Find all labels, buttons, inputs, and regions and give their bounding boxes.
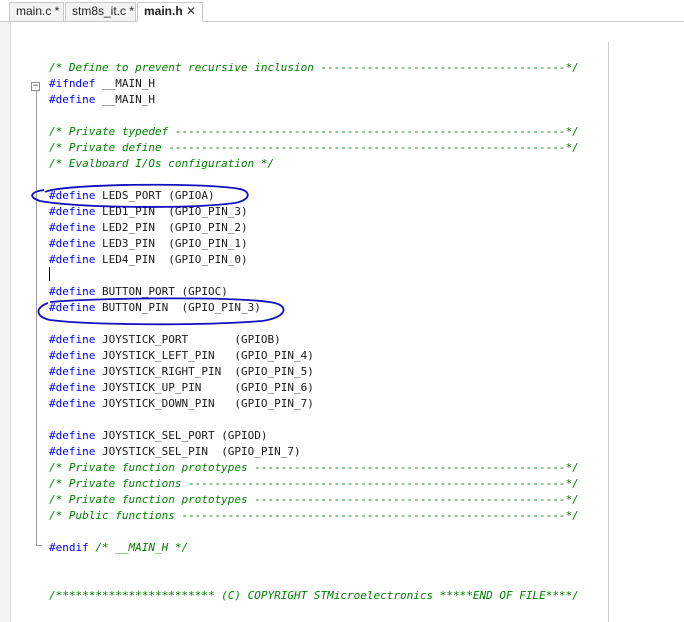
hand-drawn-annotations — [31, 183, 285, 326]
code-token: JOYSTICK_LEFT_PIN (GPIO_PIN_4) — [95, 349, 314, 362]
code-line[interactable]: #define __MAIN_H — [49, 92, 155, 108]
editor-tab-bar: main.c * stm8s_it.c * main.h ✕ — [0, 0, 684, 22]
tab-stm8s-it-c[interactable]: stm8s_it.c * — [65, 2, 136, 21]
code-line[interactable]: #define LED1_PIN (GPIO_PIN_3) — [49, 204, 248, 220]
code-line[interactable]: /************************ (C) COPYRIGHT … — [49, 588, 579, 604]
code-line[interactable]: /* Private typedef ---------------------… — [49, 124, 579, 140]
code-line[interactable]: /* Private function prototypes ---------… — [49, 492, 579, 508]
code-token: __MAIN_H — [95, 93, 155, 106]
code-line[interactable]: /* Private function prototypes ---------… — [49, 460, 579, 476]
fold-range-line — [36, 91, 37, 545]
right-margin-guide — [608, 42, 609, 622]
code-comment: /* __MAIN_H */ — [88, 541, 189, 554]
code-line[interactable]: /* Private functions -------------------… — [49, 476, 579, 492]
fold-collapse-icon[interactable]: − — [31, 82, 40, 91]
code-keyword: #define — [49, 189, 96, 202]
code-token: BUTTON_PIN (GPIO_PIN_3) — [95, 301, 261, 314]
code-line[interactable]: #define LED2_PIN (GPIO_PIN_2) — [49, 220, 248, 236]
code-line[interactable]: #define LED3_PIN (GPIO_PIN_1) — [49, 236, 248, 252]
code-keyword: #define — [49, 445, 96, 458]
code-token: LEDS_PORT (GPIOA) — [95, 189, 215, 202]
code-comment: /* Evalboard I/Os configuration */ — [49, 157, 275, 170]
text-cursor — [49, 267, 50, 281]
code-line[interactable]: /* Private define ----------------------… — [49, 140, 579, 156]
code-comment: /* Private function prototypes ---------… — [49, 493, 579, 506]
code-line[interactable]: #define BUTTON_PIN (GPIO_PIN_3) — [49, 300, 261, 316]
code-line[interactable]: #define LED4_PIN (GPIO_PIN_0) — [49, 252, 248, 268]
code-keyword: #endif — [49, 541, 89, 554]
code-keyword: #define — [49, 221, 96, 234]
code-comment: /* Private functions -------------------… — [49, 477, 579, 490]
code-token: JOYSTICK_UP_PIN (GPIO_PIN_6) — [95, 381, 314, 394]
code-keyword: #define — [49, 301, 96, 314]
code-keyword: #define — [49, 237, 96, 250]
code-keyword: #define — [49, 253, 96, 266]
tab-label: main.c * — [16, 4, 60, 18]
code-keyword: #define — [49, 285, 96, 298]
code-line[interactable]: /* Public functions --------------------… — [49, 508, 579, 524]
code-comment: /* Define to prevent recursive inclusion… — [49, 61, 579, 74]
code-token: LED2_PIN (GPIO_PIN_2) — [95, 221, 248, 234]
code-token: JOYSTICK_DOWN_PIN (GPIO_PIN_7) — [95, 397, 314, 410]
tab-label: main.h — [144, 4, 183, 18]
code-line[interactable]: #define JOYSTICK_RIGHT_PIN (GPIO_PIN_5) — [49, 364, 314, 380]
code-keyword: #define — [49, 349, 96, 362]
code-editor[interactable]: − /* Define to prevent recursive inclusi… — [0, 22, 684, 622]
code-token: LED4_PIN (GPIO_PIN_0) — [95, 253, 248, 266]
editor-gutter — [0, 22, 11, 622]
tab-main-h[interactable]: main.h ✕ — [137, 2, 203, 22]
code-line[interactable]: #ifndef __MAIN_H — [49, 76, 155, 92]
code-line[interactable]: /* Evalboard I/Os configuration */ — [49, 156, 274, 172]
code-token: LED3_PIN (GPIO_PIN_1) — [95, 237, 248, 250]
code-token: JOYSTICK_RIGHT_PIN (GPIO_PIN_5) — [95, 365, 314, 378]
code-token: JOYSTICK_SEL_PIN (GPIO_PIN_7) — [95, 445, 301, 458]
tab-label: stm8s_it.c * — [72, 4, 135, 18]
code-line[interactable]: #endif /* __MAIN_H */ — [49, 540, 188, 556]
code-line[interactable]: #define LEDS_PORT (GPIOA) — [49, 188, 215, 204]
code-keyword: #ifndef — [49, 77, 96, 90]
code-line[interactable]: #define JOYSTICK_DOWN_PIN (GPIO_PIN_7) — [49, 396, 314, 412]
code-comment: /* Private define ----------------------… — [49, 141, 579, 154]
code-keyword: #define — [49, 397, 96, 410]
code-token: __MAIN_H — [95, 77, 155, 90]
code-line[interactable]: #define JOYSTICK_UP_PIN (GPIO_PIN_6) — [49, 380, 314, 396]
code-line[interactable]: /* Define to prevent recursive inclusion… — [49, 60, 579, 76]
code-token: LED1_PIN (GPIO_PIN_3) — [95, 205, 248, 218]
code-keyword: #define — [49, 429, 96, 442]
code-token: JOYSTICK_SEL_PORT (GPIOD) — [95, 429, 268, 442]
code-line[interactable]: #define JOYSTICK_LEFT_PIN (GPIO_PIN_4) — [49, 348, 314, 364]
code-line[interactable]: #define BUTTON_PORT (GPIOC) — [49, 284, 228, 300]
code-line[interactable]: #define JOYSTICK_PORT (GPIOB) — [49, 332, 281, 348]
code-token: JOYSTICK_PORT (GPIOB) — [95, 333, 281, 346]
code-keyword: #define — [49, 381, 96, 394]
code-keyword: #define — [49, 93, 96, 106]
code-comment: /* Private typedef ---------------------… — [49, 125, 579, 138]
code-comment: /************************ (C) COPYRIGHT … — [49, 589, 579, 602]
close-tab-icon[interactable]: ✕ — [186, 3, 196, 20]
code-line[interactable]: #define JOYSTICK_SEL_PORT (GPIOD) — [49, 428, 268, 444]
fold-end-marker — [36, 545, 42, 546]
tab-main-c[interactable]: main.c * — [9, 2, 64, 21]
code-keyword: #define — [49, 205, 96, 218]
code-comment: /* Private function prototypes ---------… — [49, 461, 579, 474]
code-keyword: #define — [49, 365, 96, 378]
code-comment: /* Public functions --------------------… — [49, 509, 579, 522]
code-line[interactable]: #define JOYSTICK_SEL_PIN (GPIO_PIN_7) — [49, 444, 301, 460]
code-keyword: #define — [49, 333, 96, 346]
code-token: BUTTON_PORT (GPIOC) — [95, 285, 228, 298]
